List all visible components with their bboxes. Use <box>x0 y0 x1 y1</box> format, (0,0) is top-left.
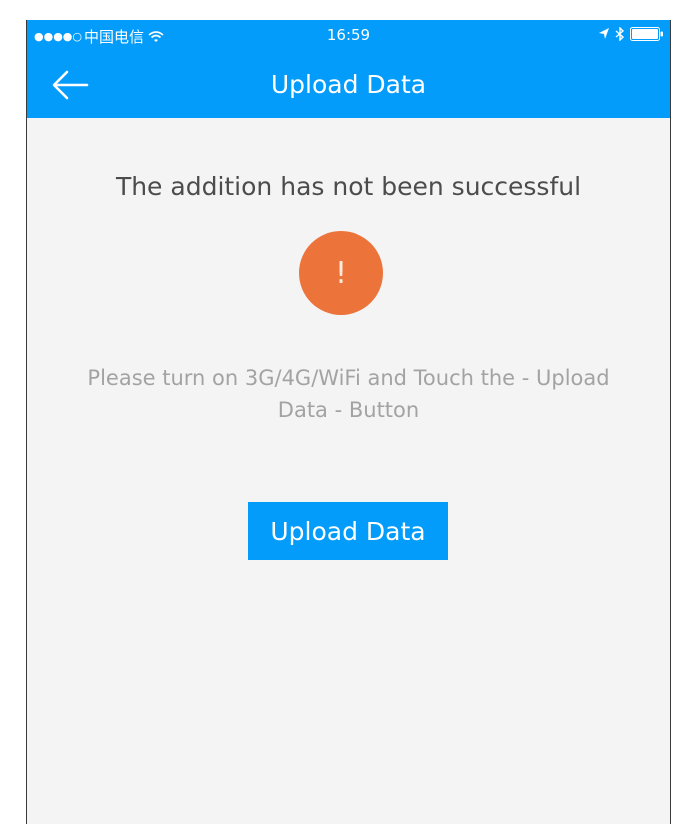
header: ●●●●○ 中国电信 16:59 Upload Data <box>27 20 670 118</box>
battery-icon <box>630 27 663 41</box>
alert-icon: ! <box>299 231 383 315</box>
upload-data-button[interactable]: Upload Data <box>248 502 448 560</box>
instruction-text: Please turn on 3G/4G/WiFi and Touch the … <box>87 366 610 422</box>
page-title: Upload Data <box>270 70 427 99</box>
status-time: 16:59 <box>326 26 371 44</box>
status-right <box>598 27 664 41</box>
location-icon <box>599 28 609 39</box>
alert-symbol: ! <box>334 255 348 291</box>
error-message: The addition has not been successful <box>115 172 582 201</box>
status-bar: ●●●●○ 中国电信 16:59 <box>27 20 670 54</box>
nav-bar: Upload Data <box>27 54 670 118</box>
bluetooth-icon <box>615 27 625 41</box>
phone-screen: ●●●●○ 中国电信 16:59 Upload Data The additio… <box>26 20 671 824</box>
